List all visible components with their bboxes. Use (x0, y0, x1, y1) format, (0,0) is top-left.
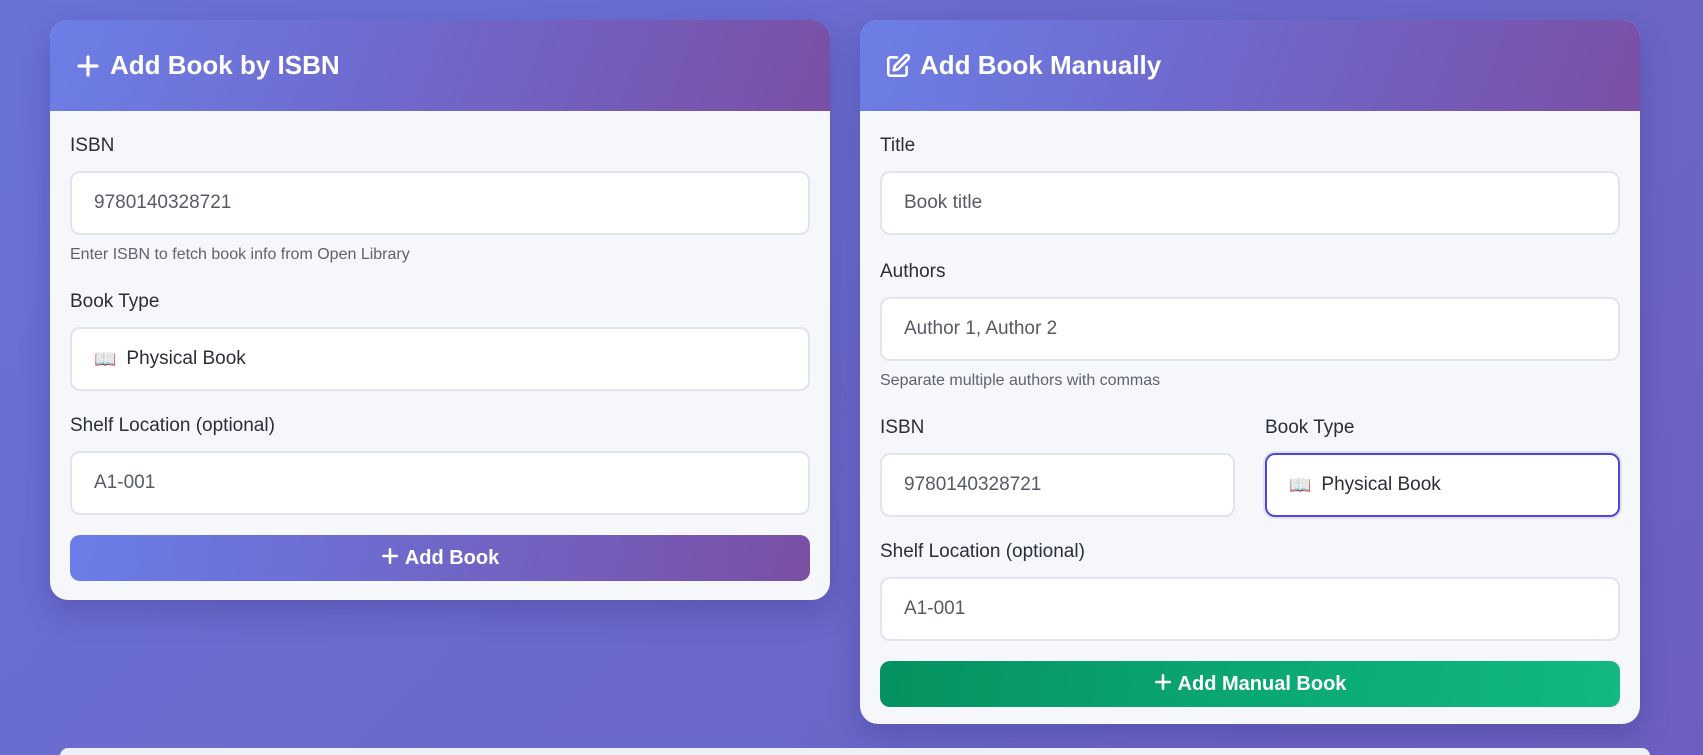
book-type-group: Book Type 📖 Physical Book (70, 291, 810, 391)
book-type-select[interactable]: 📖 Physical Book (70, 327, 810, 391)
shelf-label: Shelf Location (optional) (70, 415, 275, 436)
manual-isbn-placeholder: 9780140328721 (904, 474, 1042, 495)
add-manual-book-button[interactable]: Add Manual Book (880, 661, 1620, 707)
isbn-group: ISBN 9780140328721 Enter ISBN to fetch b… (70, 135, 810, 265)
isbn-placeholder: 9780140328721 (94, 192, 232, 213)
next-card-edge (60, 748, 1650, 755)
manual-book-type-select[interactable]: 📖 Physical Book (1265, 453, 1620, 517)
manual-shelf-input[interactable]: A1-001 (880, 577, 1620, 641)
add-book-label: Add Book (404, 546, 500, 569)
book-type-label: Book Type (70, 291, 160, 312)
isbn-card-header: Add Book by ISBN (50, 20, 830, 111)
authors-input[interactable]: Author 1, Author 2 (880, 297, 1620, 361)
manual-card-header: Add Book Manually (860, 20, 1640, 111)
authors-group: Authors Author 1, Author 2 Separate mult… (880, 261, 1620, 391)
manual-book-type-label: Book Type (1265, 417, 1355, 438)
authors-placeholder: Author 1, Author 2 (904, 318, 1058, 339)
plus-icon (381, 546, 399, 570)
plus-icon (74, 52, 102, 80)
add-manual-book-label: Add Manual Book (1177, 672, 1347, 695)
manual-book-type-value: Physical Book (1321, 474, 1441, 495)
authors-help-text: Separate multiple authors with commas (880, 372, 1161, 389)
manual-isbn-input[interactable]: 9780140328721 (880, 453, 1235, 517)
shelf-group: Shelf Location (optional) A1-001 (70, 415, 810, 515)
manual-book-type-group: Book Type 📖 Physical Book (1265, 417, 1620, 517)
isbn-type-row: ISBN 9780140328721 Book Type 📖 Physical … (880, 417, 1620, 517)
authors-label: Authors (880, 261, 946, 282)
manual-shelf-placeholder: A1-001 (904, 598, 966, 619)
isbn-input[interactable]: 9780140328721 (70, 171, 810, 235)
manual-card: Add Book Manually Title Book title Autho… (860, 20, 1640, 724)
shelf-placeholder: A1-001 (94, 472, 156, 493)
isbn-card: Add Book by ISBN ISBN 9780140328721 Ente… (50, 20, 830, 600)
title-placeholder: Book title (904, 192, 983, 213)
title-group: Title Book title (880, 135, 1620, 235)
title-input[interactable]: Book title (880, 171, 1620, 235)
manual-card-title: Add Book Manually (920, 50, 1162, 80)
isbn-help-text: Enter ISBN to fetch book info from Open … (70, 246, 410, 263)
title-label: Title (880, 135, 916, 156)
manual-shelf-label: Shelf Location (optional) (880, 541, 1085, 562)
add-book-button[interactable]: Add Book (70, 535, 810, 581)
edit-icon (884, 52, 912, 80)
book-type-value: Physical Book (126, 348, 246, 369)
isbn-label: ISBN (70, 135, 115, 156)
book-icon: 📖 (94, 348, 117, 369)
plus-icon (1154, 672, 1172, 696)
manual-isbn-label: ISBN (880, 417, 925, 438)
manual-shelf-group: Shelf Location (optional) A1-001 (880, 541, 1620, 641)
isbn-card-title: Add Book by ISBN (110, 50, 340, 80)
manual-isbn-group: ISBN 9780140328721 (880, 417, 1235, 517)
book-icon: 📖 (1289, 474, 1312, 495)
shelf-input[interactable]: A1-001 (70, 451, 810, 515)
